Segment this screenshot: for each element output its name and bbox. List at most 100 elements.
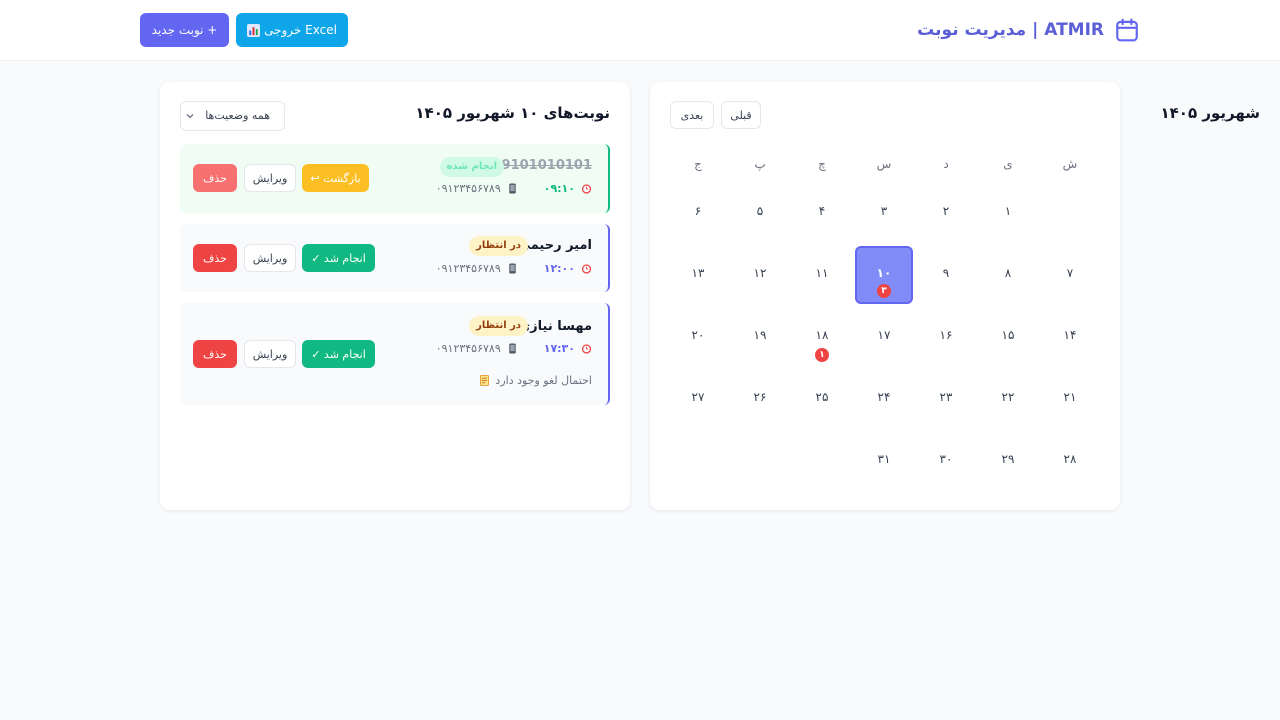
status-filter-select[interactable]: همه وضعیت‌ها bbox=[180, 101, 285, 131]
status-badge: انجام شده bbox=[439, 157, 504, 177]
calendar-day-number: ۲۲ bbox=[1001, 390, 1015, 404]
edit-button[interactable]: ویرایش bbox=[244, 244, 296, 272]
calendar-day-number: ۲۶ bbox=[753, 390, 767, 404]
revert-status-button[interactable]: ↩ بازگشت bbox=[302, 164, 369, 192]
calendar-day[interactable]: ۲۰ bbox=[669, 308, 727, 366]
calendar-day-number: ۱۶ bbox=[939, 328, 953, 342]
alarm-clock-icon bbox=[581, 184, 592, 194]
calendar-day[interactable]: ۱۶ bbox=[917, 308, 975, 366]
appointments-title: نوبت‌های ۱۰ شهریور ۱۴۰۵ bbox=[415, 104, 610, 122]
calendar-day[interactable]: ۲۱ bbox=[1041, 370, 1099, 428]
calendar-day-number: ۹ bbox=[942, 266, 950, 280]
calendar-day[interactable]: ۱۷ bbox=[855, 308, 913, 366]
calendar-day[interactable]: ۲۷ bbox=[669, 370, 727, 428]
weekday-label: چ bbox=[818, 157, 826, 171]
weekday-label: د bbox=[943, 157, 949, 171]
chevron-down-icon bbox=[186, 114, 194, 119]
appointment-phone: ۰۹۱۲۳۴۵۶۷۸۹ bbox=[435, 262, 501, 275]
calendar-day[interactable]: ۳۰ bbox=[917, 432, 975, 490]
calendar-month-title: شهریور ۱۴۰۵ bbox=[1160, 104, 1260, 122]
bar-chart-icon bbox=[247, 23, 261, 37]
calendar-day-number: ۲۴ bbox=[877, 390, 891, 404]
weekday-label: س bbox=[876, 157, 892, 171]
prev-month-button[interactable]: قبلی bbox=[721, 101, 761, 129]
appointment-meta: ۱۲:۰۰ ۰۹۱۲۳۴۵۶۷۸۹ bbox=[436, 262, 592, 275]
calendar-day-number: ۲۵ bbox=[815, 390, 829, 404]
calendar-day[interactable]: ۶ bbox=[669, 184, 727, 242]
mark-done-button[interactable]: ✓ انجام شد bbox=[302, 340, 375, 368]
calendar-day-number: ۳۰ bbox=[939, 452, 953, 466]
calendar-day[interactable]: ۹ bbox=[917, 246, 975, 304]
next-month-button[interactable]: بعدی bbox=[670, 101, 714, 129]
appointment-name: 09101010101 bbox=[492, 158, 593, 173]
excel-export-button[interactable]: خروجی Excel bbox=[236, 13, 348, 47]
calendar-day[interactable]: ۱۰ ۳ bbox=[855, 246, 913, 304]
calendar-day-number: ۲ bbox=[942, 204, 950, 218]
new-appointment-button[interactable]: + نوبت جدید bbox=[140, 13, 229, 47]
weekday-label: پ bbox=[754, 157, 766, 171]
weekday-label: ش bbox=[1062, 157, 1078, 171]
calendar-day-number: ۱۹ bbox=[753, 328, 767, 342]
calendar-day[interactable]: ۲۶ bbox=[731, 370, 789, 428]
appointment-meta: ۰۹:۱۰ ۰۹۱۲۳۴۵۶۷۸۹ bbox=[436, 182, 592, 195]
calendar-day[interactable]: ۲۸ bbox=[1041, 432, 1099, 490]
edit-button[interactable]: ویرایش bbox=[244, 164, 296, 192]
appointment-count-badge: ۳ bbox=[877, 284, 891, 298]
appointment-meta: ۱۷:۳۰ ۰۹۱۲۳۴۵۶۷۸۹ bbox=[436, 342, 592, 355]
calendar-day[interactable]: ۱ bbox=[979, 184, 1037, 242]
appointment-item-3: مهسا نیازی در انتظار ۱۷:۳۰ ۰۹۱۲۳۴۵۶۷۸۹ ا… bbox=[180, 303, 610, 405]
mark-done-button[interactable]: ✓ انجام شد bbox=[302, 244, 375, 272]
brand: ATMIR | مدیریت نوبت bbox=[917, 16, 1140, 44]
alarm-clock-icon bbox=[581, 344, 592, 354]
appointment-time: ۱۲:۰۰ bbox=[543, 262, 575, 275]
calendar-day[interactable]: ۲۳ bbox=[917, 370, 975, 428]
calendar-day[interactable]: ۱۳ bbox=[669, 246, 727, 304]
calendar-day-number: ۲۹ bbox=[1001, 452, 1015, 466]
appointment-note-text: احتمال لغو وجود دارد bbox=[495, 374, 592, 387]
mobile-phone-icon bbox=[509, 183, 516, 194]
calendar-day[interactable]: ۱۲ bbox=[731, 246, 789, 304]
calendar-day[interactable]: ۸ bbox=[979, 246, 1037, 304]
calendar-day[interactable]: ۱۹ bbox=[731, 308, 789, 366]
calendar-day-number: ۳۱ bbox=[877, 452, 891, 466]
app-title: ATMIR | مدیریت نوبت bbox=[917, 20, 1104, 40]
delete-button[interactable]: حذف bbox=[193, 340, 237, 368]
delete-button[interactable]: حذف bbox=[193, 244, 237, 272]
appointment-count-badge: ۱ bbox=[815, 348, 829, 362]
calendar-day-number: ۲۷ bbox=[691, 390, 705, 404]
calendar-day[interactable]: ۳ bbox=[855, 184, 913, 242]
status-filter-label: همه وضعیت‌ها bbox=[205, 109, 270, 122]
calendar-day[interactable]: ۲ bbox=[917, 184, 975, 242]
calendar-day[interactable]: ۳۱ bbox=[855, 432, 913, 490]
calendar-day-number: ۱۳ bbox=[691, 266, 705, 280]
alarm-clock-icon bbox=[581, 264, 592, 274]
calendar-day[interactable]: ۲۴ bbox=[855, 370, 913, 428]
calendar-day-number: ۲۸ bbox=[1063, 452, 1077, 466]
calendar-day[interactable]: ۲۲ bbox=[979, 370, 1037, 428]
calendar-icon bbox=[1116, 18, 1138, 42]
delete-button[interactable]: حذف bbox=[193, 164, 237, 192]
calendar-day[interactable]: ۱۸ ۱ bbox=[793, 308, 851, 366]
calendar-day-number: ۱۴ bbox=[1063, 328, 1077, 342]
calendar-day-number: ۱۰ bbox=[876, 266, 892, 280]
edit-button[interactable]: ویرایش bbox=[244, 340, 296, 368]
calendar-day[interactable]: ۱۴ bbox=[1041, 308, 1099, 366]
calendar-day-number: ۶ bbox=[694, 204, 702, 218]
calendar-day[interactable]: ۲۵ bbox=[793, 370, 851, 428]
appointment-phone: ۰۹۱۲۳۴۵۶۷۸۹ bbox=[435, 342, 501, 355]
calendar-day-number: ۷ bbox=[1066, 266, 1074, 280]
calendar-day[interactable]: ۱۵ bbox=[979, 308, 1037, 366]
appointment-phone: ۰۹۱۲۳۴۵۶۷۸۹ bbox=[435, 182, 501, 195]
calendar-day[interactable]: ۲۹ bbox=[979, 432, 1037, 490]
status-badge: در انتظار bbox=[469, 316, 528, 336]
app-header: ATMIR | مدیریت نوبت خروجی Excel + نوبت ج… bbox=[0, 0, 1280, 61]
calendar-day-number: ۱۱ bbox=[815, 266, 829, 280]
calendar-day[interactable]: ۴ bbox=[793, 184, 851, 242]
weekday-label: ی bbox=[1003, 157, 1013, 171]
appointment-time: ۱۷:۳۰ bbox=[543, 342, 575, 355]
calendar-day[interactable]: ۱۱ bbox=[793, 246, 851, 304]
calendar-day[interactable]: ۵ bbox=[731, 184, 789, 242]
calendar-day[interactable]: ۷ bbox=[1041, 246, 1099, 304]
calendar-day-number: ۱ bbox=[1004, 204, 1012, 218]
status-badge: در انتظار bbox=[469, 236, 528, 256]
